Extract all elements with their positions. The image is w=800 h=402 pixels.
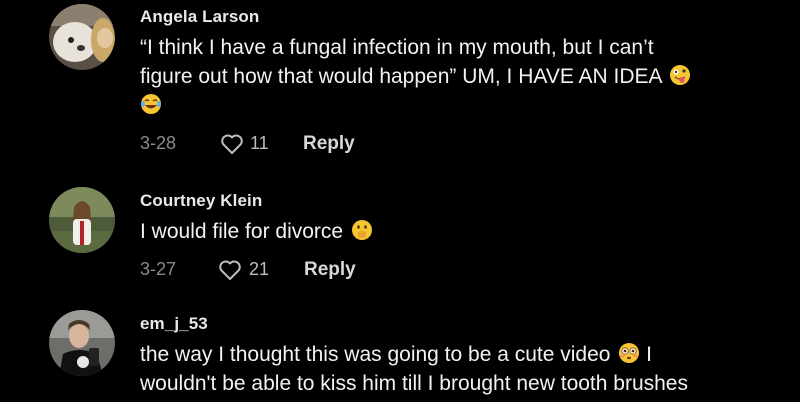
comment-meta: 3-27 21 Reply (140, 259, 440, 283)
comment-date: 3-28 (140, 133, 177, 153)
comment-username[interactable]: em_j_53 (140, 314, 208, 334)
reply-button[interactable]: Reply (304, 259, 356, 281)
like-count: 11 (250, 133, 269, 153)
comment-text-segment: I (646, 343, 653, 366)
avatar[interactable] (49, 310, 115, 376)
comment-text-line: the way I thought this was going to be a… (140, 340, 770, 369)
heart-icon[interactable] (220, 133, 244, 155)
zany-face-icon (669, 64, 691, 86)
reply-button[interactable]: Reply (303, 133, 355, 155)
like-count: 21 (249, 259, 270, 279)
comment-text-segment: I would file for divorce (140, 220, 344, 243)
comment-text-line: figure out how that would happen” UM, I … (140, 62, 770, 91)
comment-text: I would file for divorce (140, 217, 770, 246)
comment-username[interactable]: Courtney Klein (140, 191, 262, 211)
comment-text: “I think I have a fungal infection in my… (140, 33, 770, 120)
comment-item: Courtney Klein I would file for divorce … (0, 180, 800, 300)
comment-item: em_j_53 the way I thought this was going… (0, 305, 800, 402)
comment-text-line: I would file for divorce (140, 217, 770, 246)
comment-text: the way I thought this was going to be a… (140, 340, 770, 398)
comment-text-segment: the way I thought this was going to be a… (140, 343, 611, 366)
heart-icon[interactable] (218, 259, 242, 281)
comment-date: 3-27 (140, 259, 177, 279)
comment-text-line: “I think I have a fungal infection in my… (140, 36, 654, 59)
comment-username[interactable]: Angela Larson (140, 7, 259, 27)
comment-text-line (140, 91, 770, 120)
comment-text-segment: figure out how that would happen” UM, I … (140, 65, 662, 88)
flushed-face-icon (618, 342, 640, 364)
avatar[interactable] (49, 4, 115, 70)
comment-item: Angela Larson “I think I have a fungal i… (0, 0, 800, 170)
comment-text-line: wouldn't be able to kiss him till I brou… (140, 372, 688, 395)
face-with-hand-over-mouth-icon (351, 219, 373, 241)
comment-meta: 3-28 11 Reply (140, 133, 440, 157)
tears-of-joy-icon (140, 93, 162, 115)
avatar[interactable] (49, 187, 115, 253)
